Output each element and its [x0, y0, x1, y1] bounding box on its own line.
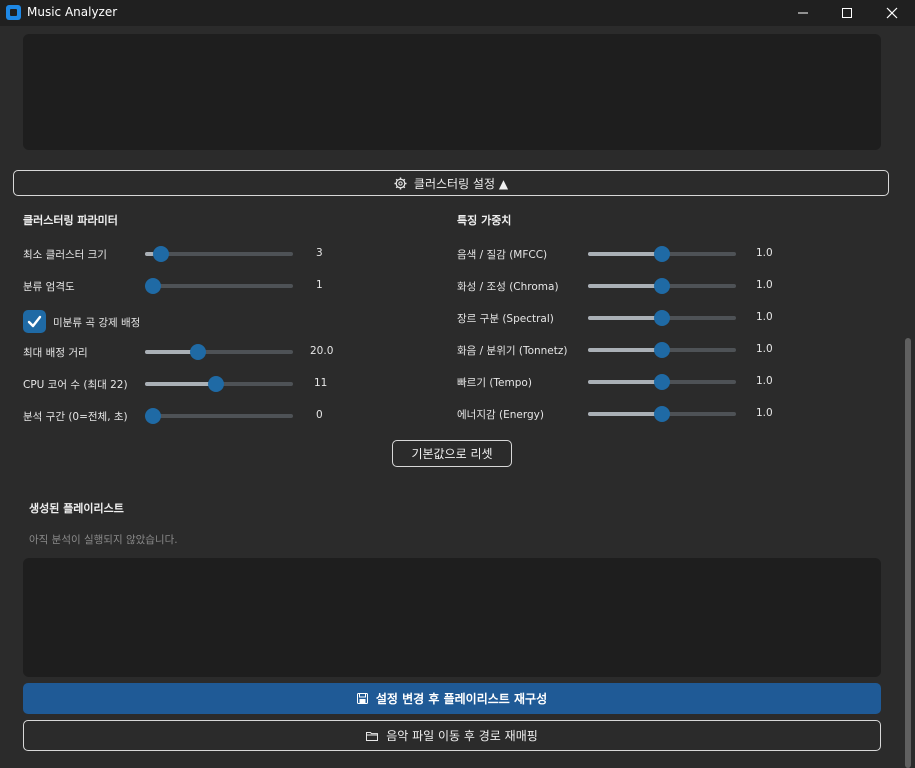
clustering-settings-label: 클러스터링 설정 ▲ [413, 176, 509, 191]
gear-icon [394, 176, 407, 190]
tempo-weight-value: 1.0 [756, 375, 773, 387]
strictness-value: 1 [316, 279, 323, 291]
energy-weight-value: 1.0 [756, 407, 773, 419]
rebuild-playlist-label: 설정 변경 후 플레이리스트 재구성 [375, 692, 548, 706]
minimize-button[interactable] [780, 0, 826, 26]
cpu-cores-slider[interactable] [145, 376, 293, 392]
param-label-strictness: 분류 엄격도 [23, 281, 75, 293]
minimize-icon [798, 12, 808, 14]
clustering-settings-toggle[interactable]: 클러스터링 설정 ▲ [13, 170, 889, 196]
min-cluster-size-slider[interactable] [145, 246, 293, 262]
weight-label-chroma: 화성 / 조성 (Chroma) [457, 281, 559, 293]
scrollbar-thumb[interactable] [905, 338, 911, 768]
playlist-textbox[interactable] [23, 558, 881, 677]
chroma-weight-value: 1.0 [756, 279, 773, 291]
weight-label-tonnetz: 화음 / 분위기 (Tonnetz) [457, 345, 568, 357]
weight-label-mfcc: 음색 / 질감 (MFCC) [457, 249, 548, 261]
analysis-window-slider[interactable] [145, 408, 293, 424]
playlist-section-title: 생성된 플레이리스트 [29, 502, 124, 515]
reset-defaults-button[interactable]: 기본값으로 리셋 [392, 440, 512, 467]
playlist-status-text: 아직 분석이 실행되지 않았습니다. [29, 534, 178, 546]
vertical-scrollbar[interactable] [901, 28, 915, 768]
mfcc-weight-value: 1.0 [756, 247, 773, 259]
rebuild-playlist-button[interactable]: 설정 변경 후 플레이리스트 재구성 [23, 683, 881, 714]
force-assign-label[interactable]: 미분류 곡 강제 배정 [53, 315, 140, 330]
chroma-weight-slider[interactable] [588, 278, 736, 294]
app-icon [6, 5, 21, 20]
close-button[interactable] [869, 0, 915, 26]
window-title: Music Analyzer [27, 5, 118, 19]
weights-section-title: 특징 가중치 [457, 214, 512, 227]
param-label-min-cluster-size: 최소 클러스터 크기 [23, 249, 107, 261]
maximize-icon [842, 8, 852, 18]
tonnetz-weight-slider[interactable] [588, 342, 736, 358]
max-distance-value: 20.0 [310, 345, 334, 357]
tonnetz-weight-value: 1.0 [756, 343, 773, 355]
weight-label-tempo: 빠르기 (Tempo) [457, 377, 532, 389]
strictness-slider[interactable] [145, 278, 293, 294]
log-textbox[interactable] [23, 34, 881, 150]
params-section-title: 클러스터링 파라미터 [23, 214, 118, 227]
analysis-window-value: 0 [316, 409, 323, 421]
title-bar: Music Analyzer [0, 0, 915, 26]
energy-weight-slider[interactable] [588, 406, 736, 422]
remap-paths-button[interactable]: 음악 파일 이동 후 경로 재매핑 [23, 720, 881, 751]
weight-label-spectral: 장르 구분 (Spectral) [457, 313, 554, 325]
mfcc-weight-slider[interactable] [588, 246, 736, 262]
maximize-button[interactable] [824, 0, 870, 26]
checkmark-icon [27, 315, 42, 328]
param-label-analysis-window: 분석 구간 (0=전체, 초) [23, 411, 128, 423]
spectral-weight-slider[interactable] [588, 310, 736, 326]
close-icon [886, 7, 898, 19]
cpu-cores-value: 11 [314, 377, 328, 389]
force-assign-checkbox[interactable] [23, 310, 46, 333]
weight-label-energy: 에너지감 (Energy) [457, 409, 544, 421]
max-distance-slider[interactable] [145, 344, 293, 360]
min-cluster-size-value: 3 [316, 247, 323, 259]
folder-icon [366, 731, 379, 741]
param-label-max-distance: 최대 배정 거리 [23, 347, 88, 359]
spectral-weight-value: 1.0 [756, 311, 773, 323]
remap-paths-label: 음악 파일 이동 후 경로 재매핑 [386, 729, 538, 743]
param-label-cpu-cores: CPU 코어 수 (최대 22) [23, 379, 128, 391]
tempo-weight-slider[interactable] [588, 374, 736, 390]
save-icon [356, 693, 368, 704]
